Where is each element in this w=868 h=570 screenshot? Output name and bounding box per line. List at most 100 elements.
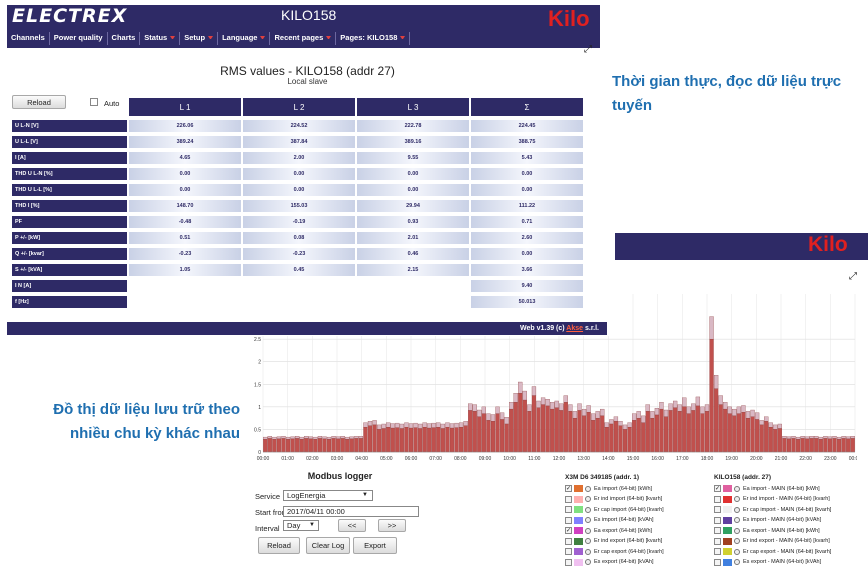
bar <box>395 427 400 453</box>
series-radio[interactable] <box>585 517 591 523</box>
interval-select[interactable]: Day ▼ <box>283 520 319 531</box>
akse-link[interactable]: Akse <box>566 325 583 332</box>
x-tick-label: 06:00 <box>405 456 418 462</box>
color-swatch[interactable] <box>574 537 583 545</box>
legend-checkbox[interactable] <box>565 506 572 513</box>
legend-item[interactable]: Er ind import - MAIN (64-bit) [kvarh] <box>714 495 830 504</box>
legend-item[interactable]: ✓ Ea export (64-bit) [kWh] <box>565 526 652 535</box>
legend-checkbox[interactable] <box>565 558 572 566</box>
footer-bar: Web v1.39 (c) Akse s.r.l. <box>7 322 607 335</box>
series-radio[interactable] <box>734 517 740 523</box>
series-radio[interactable] <box>585 527 591 534</box>
legend-item[interactable]: Er cap export (64-bit) [kvarh] <box>565 547 664 556</box>
menu-item-4[interactable]: Setup <box>180 32 219 45</box>
legend-checkbox[interactable] <box>714 548 721 555</box>
service-select[interactable]: LogEnergia ▼ <box>283 490 373 501</box>
legend-item[interactable]: Es import - MAIN (64-bit) [kVAh] <box>714 516 821 525</box>
legend-checkbox[interactable] <box>565 548 572 555</box>
series-radio[interactable] <box>585 496 591 502</box>
legend-item[interactable]: ✓ Ea import - MAIN (64-bit) [kWh] <box>714 484 820 493</box>
color-swatch[interactable] <box>574 485 583 492</box>
legend-item[interactable]: Es export (64-bit) [kVAh] <box>565 558 654 567</box>
color-swatch[interactable] <box>723 558 732 566</box>
menu-item-label: Setup <box>184 33 206 42</box>
legend-checkbox[interactable]: ✓ <box>565 527 572 534</box>
series-radio[interactable] <box>734 548 740 555</box>
legend-item[interactable]: Er cap import - MAIN (64-bit) [kvarh] <box>714 505 831 514</box>
clear-log-button[interactable]: Clear Log <box>306 537 350 554</box>
bar-segment-top <box>591 413 596 421</box>
prev-interval-button[interactable]: << <box>338 519 366 532</box>
color-swatch[interactable] <box>723 495 732 503</box>
expand-icon-chart[interactable]: ⤢ <box>849 271 857 282</box>
start-from-input[interactable]: 2017/04/11 00:00 <box>283 506 419 517</box>
color-swatch[interactable] <box>574 495 583 503</box>
menu-item-1[interactable]: Power quality <box>50 32 108 45</box>
legend-checkbox[interactable] <box>714 537 721 545</box>
legend-item[interactable]: Er ind export (64-bit) [kvarh] <box>565 537 662 546</box>
menu-item-0[interactable]: Channels <box>7 32 50 45</box>
legend-item[interactable]: ✓ Ea import (64-bit) [kWh] <box>565 484 652 493</box>
legend-checkbox[interactable]: ✓ <box>565 485 572 492</box>
color-swatch[interactable] <box>574 516 583 524</box>
color-swatch[interactable] <box>723 537 732 545</box>
bar <box>527 411 532 453</box>
export-button[interactable]: Export <box>353 537 397 554</box>
bar-segment-top <box>299 436 304 440</box>
bar-segment-top <box>732 408 737 417</box>
legend-item[interactable]: Es export - MAIN (64-bit) [kVAh] <box>714 558 821 567</box>
series-radio[interactable] <box>585 559 591 565</box>
bar <box>486 420 491 453</box>
table-cell <box>129 280 241 292</box>
legend-item[interactable]: Er ind export - MAIN (64-bit) [kvarh] <box>714 537 830 546</box>
color-swatch[interactable] <box>723 485 732 492</box>
expand-icon-top[interactable]: ⤢ <box>584 44 592 55</box>
menu-item-5[interactable]: Language <box>218 32 271 45</box>
legend-checkbox[interactable] <box>565 516 572 524</box>
legend-checkbox[interactable] <box>714 506 721 513</box>
color-swatch[interactable] <box>574 506 583 513</box>
color-swatch[interactable] <box>723 548 732 555</box>
legend-checkbox[interactable] <box>565 537 572 545</box>
bar-segment-top <box>727 406 732 414</box>
legend-item[interactable]: Es import (64-bit) [kVAh] <box>565 516 654 525</box>
color-swatch[interactable] <box>574 548 583 555</box>
menu-item-2[interactable]: Charts <box>108 32 141 45</box>
service-select-value: LogEnergia <box>287 491 326 500</box>
series-radio[interactable] <box>734 496 740 502</box>
series-radio[interactable] <box>585 548 591 555</box>
legend-checkbox[interactable] <box>714 558 721 566</box>
bar-segment-top <box>472 404 477 412</box>
legend-item[interactable]: Er cap import (64-bit) [kvarh] <box>565 505 664 514</box>
series-radio[interactable] <box>734 506 740 513</box>
series-radio[interactable] <box>734 485 740 492</box>
color-swatch[interactable] <box>574 527 583 534</box>
legend-checkbox[interactable]: ✓ <box>714 485 721 492</box>
legend-item[interactable]: Ea export - MAIN (64-bit) [kWh] <box>714 526 820 535</box>
bar <box>431 427 436 453</box>
legend-item[interactable]: Er ind import (64-bit) [kvarh] <box>565 495 662 504</box>
table-cell: -0.48 <box>129 216 241 228</box>
color-swatch[interactable] <box>723 506 732 513</box>
series-radio[interactable] <box>585 538 591 544</box>
legend-checkbox[interactable] <box>714 516 721 524</box>
series-radio[interactable] <box>734 559 740 565</box>
color-swatch[interactable] <box>723 516 732 524</box>
legend-checkbox[interactable] <box>714 527 721 534</box>
menu-item-7[interactable]: Pages: KILO158 <box>336 32 411 45</box>
series-radio[interactable] <box>734 527 740 534</box>
series-radio[interactable] <box>734 538 740 544</box>
bar <box>841 438 846 453</box>
menu-item-6[interactable]: Recent pages <box>270 32 337 45</box>
series-radio[interactable] <box>585 485 591 492</box>
table-cell <box>243 296 355 308</box>
color-swatch[interactable] <box>723 527 732 534</box>
series-radio[interactable] <box>585 506 591 513</box>
legend-checkbox[interactable] <box>565 495 572 503</box>
menu-item-3[interactable]: Status <box>140 32 181 45</box>
color-swatch[interactable] <box>574 558 583 566</box>
legend-checkbox[interactable] <box>714 495 721 503</box>
next-interval-button[interactable]: >> <box>378 519 406 532</box>
logger-reload-button[interactable]: Reload <box>258 537 300 554</box>
legend-item[interactable]: Er cap export - MAIN (64-bit) [kvarh] <box>714 547 831 556</box>
